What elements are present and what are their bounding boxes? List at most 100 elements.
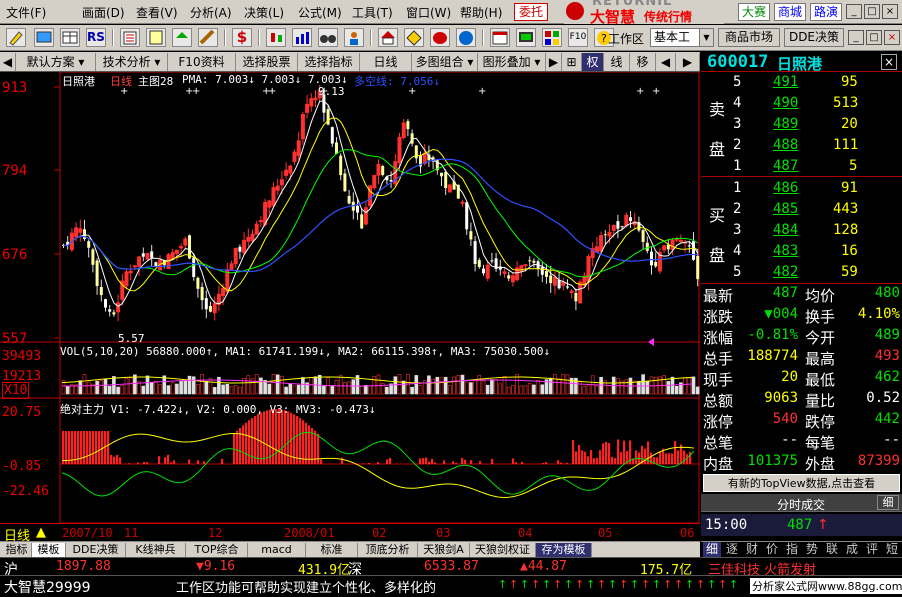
people-icon[interactable] (344, 28, 364, 47)
badge-icon[interactable] (430, 28, 450, 47)
quote-tab[interactable]: 评 (863, 542, 881, 557)
diamond-icon[interactable] (404, 28, 424, 47)
chart-period: 日线 (110, 73, 132, 89)
tech-analysis-button[interactable]: 技术分析 ▾ (96, 53, 168, 71)
screen-icon[interactable] (516, 28, 536, 47)
candle-down (469, 231, 472, 239)
bottom-tab[interactable]: 存为模板 (536, 543, 592, 557)
minimize-button[interactable]: _ (846, 4, 862, 19)
select-indicator-button[interactable]: 选择指标 (298, 53, 360, 71)
quote-tab[interactable]: 势 (803, 542, 821, 557)
scroll-right-button-2[interactable]: ▶ (676, 53, 700, 71)
f10-button[interactable]: F10资料 (168, 53, 236, 71)
workspace-select[interactable]: 基本工▼ (650, 28, 714, 47)
mall-button[interactable]: 商城 (774, 3, 806, 21)
topview-notice-button[interactable]: 有新的TopView数据,点击查看 (703, 474, 900, 492)
list-icon[interactable] (120, 28, 140, 47)
menu-tools[interactable]: 工具(T) (352, 4, 393, 21)
kline-chart[interactable]: ++++++++++ (0, 72, 700, 542)
overlay-button[interactable]: 图形叠加 ▾ (478, 53, 546, 71)
menu-decision[interactable]: 决策(L) (244, 4, 284, 21)
buy-row[interactable]: 548259 (701, 264, 902, 285)
pencil-icon[interactable] (6, 28, 26, 47)
sell-row[interactable]: 549195 (701, 74, 902, 95)
triangle-up-icon[interactable]: ▲ (36, 525, 46, 540)
sell-row[interactable]: 348920 (701, 116, 902, 137)
menu-file[interactable]: 文件(F) (6, 4, 46, 21)
close-quote-icon[interactable]: × (881, 54, 897, 70)
line-button[interactable]: 线 (604, 53, 630, 71)
rights-button[interactable]: 权 (582, 53, 604, 71)
house-icon[interactable] (378, 28, 398, 47)
news-icon[interactable] (146, 28, 166, 47)
maximize-button[interactable]: □ (864, 4, 880, 19)
contest-button[interactable]: 大赛 (738, 3, 770, 21)
scroll-left-button-2[interactable]: ◀ (656, 53, 676, 71)
bottom-tab[interactable]: 顶底分析 (358, 543, 418, 557)
buy-row[interactable]: 2485443 (701, 201, 902, 222)
scroll-right-button[interactable]: ▶ (546, 53, 562, 71)
scroll-left-button[interactable]: ◀ (0, 53, 16, 71)
sell-row[interactable]: 2488111 (701, 137, 902, 158)
inner-restore-button[interactable]: □ (866, 30, 882, 45)
bottom-tab[interactable]: 标准 (306, 543, 358, 557)
quote-tab[interactable]: 短 (883, 542, 901, 557)
bottom-tab[interactable]: 天狼剑A (418, 543, 470, 557)
daily-button[interactable]: 日线 (360, 53, 412, 71)
roadshow-button[interactable]: 路演 (810, 3, 842, 21)
bottom-tab[interactable]: 天狼剑权证 (470, 543, 536, 557)
tick-detail-button[interactable]: 细 (877, 495, 899, 510)
entrust-button[interactable]: 委托 (514, 3, 548, 21)
bottom-tab[interactable]: TOP综合 (186, 543, 248, 557)
bottom-tab[interactable]: 指标 (2, 543, 32, 557)
menu-screen[interactable]: 画面(D) (82, 4, 125, 21)
menu-view[interactable]: 查看(V) (136, 4, 178, 21)
zoom-plus-button[interactable]: ⊞ (562, 53, 582, 71)
table-icon[interactable] (60, 28, 80, 47)
multi-chart-button[interactable]: 多图组合 ▾ (412, 53, 478, 71)
quote-tab[interactable]: 指 (783, 542, 801, 557)
close-button[interactable]: × (882, 4, 898, 19)
binoculars-icon[interactable] (318, 28, 338, 47)
menu-analysis[interactable]: 分析(A) (190, 4, 232, 21)
default-scheme-button[interactable]: 默认方案 ▾ (16, 53, 96, 71)
sz-index[interactable]: 6533.87 (424, 559, 479, 574)
calendar-icon[interactable] (490, 28, 510, 47)
sell-row[interactable]: 4490513 (701, 95, 902, 116)
menu-window[interactable]: 窗口(W) (406, 4, 451, 21)
buy-row[interactable]: 148691 (701, 180, 902, 201)
bottom-tab[interactable]: macd (248, 543, 306, 557)
sell-row[interactable]: 14875 (701, 158, 902, 179)
menu-help[interactable]: 帮助(H) (460, 4, 502, 21)
inner-minimize-button[interactable]: _ (848, 30, 864, 45)
globe-icon[interactable] (456, 28, 476, 47)
grid-icon[interactable] (542, 28, 562, 47)
quote-tab[interactable]: 细 (703, 542, 721, 557)
f10-icon[interactable]: F10 (568, 28, 588, 47)
candle-icon[interactable] (266, 28, 286, 47)
monitor-icon[interactable] (34, 28, 54, 47)
candle-down (406, 121, 409, 129)
bottom-tab[interactable]: DDE决策 (66, 543, 126, 557)
dde-decision-button[interactable]: DDE决策 (784, 28, 844, 47)
buy-row[interactable]: 3484128 (701, 222, 902, 243)
bar-icon[interactable] (292, 28, 312, 47)
move-button[interactable]: 移 (630, 53, 656, 71)
bottom-tab[interactable]: K线神兵 (126, 543, 186, 557)
quote-tab[interactable]: 财 (743, 542, 761, 557)
menu-formula[interactable]: 公式(M) (298, 4, 342, 21)
inner-close-button[interactable]: × (884, 30, 900, 45)
buy-row[interactable]: 448316 (701, 243, 902, 264)
quote-tab[interactable]: 价 (763, 542, 781, 557)
quote-tab[interactable]: 联 (823, 542, 841, 557)
sh-index[interactable]: 1897.88 (56, 559, 111, 574)
bottom-tab[interactable]: 模板 (32, 543, 66, 557)
select-stock-button[interactable]: 选择股票 (236, 53, 298, 71)
dollar-icon[interactable]: $ (232, 28, 252, 47)
ruler-icon[interactable] (198, 28, 218, 47)
market-button[interactable]: 商品市场 (718, 28, 780, 47)
arrow-icon[interactable] (172, 28, 192, 47)
rsi-icon[interactable]: RSI (86, 28, 106, 47)
quote-tab[interactable]: 成 (843, 542, 861, 557)
quote-tab[interactable]: 逐 (723, 542, 741, 557)
